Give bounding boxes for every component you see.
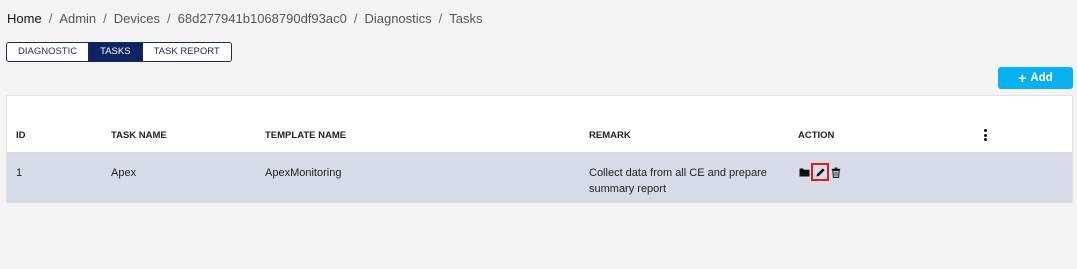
tab-bar: DIAGNOSTIC TASKS TASK REPORT: [6, 42, 232, 62]
breadcrumb-home[interactable]: Home: [7, 11, 42, 26]
breadcrumb-diagnostics[interactable]: Diagnostics: [364, 11, 431, 26]
table-header: ID TASK NAME TEMPLATE NAME REMARK ACTION: [7, 96, 1072, 153]
breadcrumb-admin[interactable]: Admin: [59, 11, 96, 26]
trash-icon[interactable]: [830, 166, 842, 178]
tab-task-report[interactable]: TASK REPORT: [142, 43, 231, 61]
column-header-action: ACTION: [798, 130, 835, 141]
cell-task-name: Apex: [111, 167, 137, 179]
plus-icon: +: [1018, 70, 1027, 86]
cell-template-name: ApexMonitoring: [265, 167, 342, 179]
edit-pencil-icon[interactable]: [811, 163, 829, 181]
breadcrumb-separator: /: [48, 11, 53, 26]
column-header-id[interactable]: ID: [16, 130, 26, 141]
breadcrumb: Home / Admin / Devices / 68d277941b10687…: [7, 11, 483, 26]
tab-tasks[interactable]: TASKS: [89, 43, 143, 61]
vertical-dots-icon[interactable]: [982, 129, 988, 141]
tasks-table: ID TASK NAME TEMPLATE NAME REMARK ACTION…: [6, 95, 1073, 203]
cell-remark-line: Collect data from all CE and prepare: [589, 167, 767, 179]
cell-remark: Collect data from all CE and prepare sum…: [589, 165, 767, 197]
column-header-template-name[interactable]: TEMPLATE NAME: [265, 130, 346, 141]
breadcrumb-separator: /: [103, 11, 107, 26]
breadcrumb-devices[interactable]: Devices: [114, 11, 160, 26]
breadcrumb-tasks: Tasks: [449, 11, 483, 26]
cell-id: 1: [16, 167, 23, 179]
row-actions: [798, 163, 842, 181]
add-button-label: Add: [1030, 72, 1053, 84]
add-button[interactable]: + Add: [998, 67, 1073, 89]
column-header-task-name[interactable]: TASK NAME: [111, 130, 167, 141]
breadcrumb-device-id[interactable]: 68d277941b1068790df93ac0: [178, 11, 347, 26]
breadcrumb-separator: /: [438, 11, 443, 26]
folder-icon[interactable]: [798, 166, 810, 178]
tab-diagnostic[interactable]: DIAGNOSTIC: [7, 43, 90, 61]
table-row[interactable]: 1 Apex ApexMonitoring Collect data from …: [7, 153, 1072, 203]
breadcrumb-separator: /: [353, 11, 358, 26]
cell-remark-line: summary report: [589, 183, 667, 195]
column-header-remark[interactable]: REMARK: [589, 130, 631, 141]
breadcrumb-separator: /: [167, 11, 171, 26]
